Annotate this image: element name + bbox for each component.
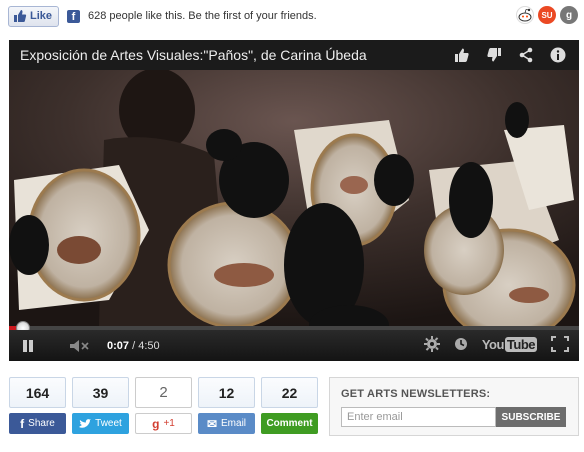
twitter-tweet-label: Tweet bbox=[95, 418, 122, 429]
twitter-share: 39 Tweet bbox=[72, 377, 129, 434]
email-share-count: 12 bbox=[198, 377, 255, 408]
comment-label: Comment bbox=[266, 418, 313, 429]
google-plus-one-label: +1 bbox=[163, 418, 175, 429]
twitter-tweet-button[interactable]: Tweet bbox=[72, 413, 129, 434]
video-still-image bbox=[9, 70, 579, 327]
watch-later-button[interactable] bbox=[454, 337, 468, 351]
comment-count: 22 bbox=[261, 377, 318, 408]
video-controls-right: You Tube bbox=[423, 336, 569, 352]
facebook-share: 164 f Share bbox=[9, 377, 66, 434]
envelope-icon: ✉ bbox=[206, 416, 218, 431]
gear-icon bbox=[423, 336, 440, 352]
google-plus-icon[interactable]: g bbox=[560, 6, 578, 24]
video-current-time: 0:07 bbox=[107, 339, 130, 352]
social-icons: SU g bbox=[516, 6, 578, 24]
video-time-display: 0:07 / 4:50 bbox=[107, 340, 160, 352]
mute-button[interactable] bbox=[61, 330, 99, 361]
pause-icon bbox=[23, 339, 33, 352]
newsletter-form: SUBSCRIBE bbox=[341, 407, 578, 427]
facebook-like-button[interactable]: Like bbox=[8, 5, 60, 27]
comment-share: 22 Comment bbox=[261, 377, 318, 434]
google-plus-icon: g bbox=[152, 416, 160, 431]
facebook-share-button[interactable]: f Share bbox=[9, 413, 66, 434]
twitter-share-count: 39 bbox=[72, 377, 129, 408]
google-plus-count: 2 bbox=[135, 377, 192, 408]
video-duration: 4:50 bbox=[138, 339, 160, 352]
facebook-icon: f bbox=[67, 9, 81, 23]
thumbs-up-icon bbox=[14, 10, 27, 22]
like-video-icon[interactable] bbox=[453, 46, 471, 64]
email-share-button[interactable]: ✉ Email bbox=[198, 413, 255, 434]
reddit-icon[interactable] bbox=[516, 6, 534, 24]
dislike-video-icon[interactable] bbox=[485, 46, 503, 64]
facebook-share-label: Share bbox=[28, 418, 55, 429]
newsletter-email-input[interactable] bbox=[341, 407, 496, 427]
share-video-icon[interactable] bbox=[517, 46, 535, 64]
youtube-logo-tube: Tube bbox=[504, 336, 537, 352]
youtube-logo-you: You bbox=[481, 336, 505, 352]
youtube-logo[interactable]: You Tube bbox=[481, 336, 537, 352]
stumbleupon-icon[interactable]: SU bbox=[538, 6, 556, 24]
email-share: 12 ✉ Email bbox=[198, 377, 255, 434]
newsletter-subscribe-button[interactable]: SUBSCRIBE bbox=[496, 407, 566, 427]
video-titlebar: Exposición de Artes Visuales:"Paños", de… bbox=[9, 40, 579, 70]
video-title[interactable]: Exposición de Artes Visuales:"Paños", de… bbox=[20, 47, 367, 63]
twitter-bird-icon bbox=[79, 418, 92, 428]
settings-gear-button[interactable] bbox=[423, 336, 440, 352]
pause-button[interactable] bbox=[9, 330, 47, 361]
newsletter-signup: GET ARTS NEWSLETTERS: SUBSCRIBE bbox=[329, 377, 579, 436]
fullscreen-icon bbox=[551, 336, 569, 352]
video-controls: 0:07 / 4:50 You Tube bbox=[9, 330, 579, 361]
clock-icon bbox=[454, 338, 467, 350]
video-time-separator: / bbox=[129, 339, 139, 352]
video-player[interactable]: Exposición de Artes Visuales:"Paños", de… bbox=[9, 40, 579, 361]
volume-muted-icon bbox=[70, 339, 89, 352]
info-icon[interactable] bbox=[549, 46, 567, 64]
video-title-actions bbox=[453, 46, 567, 64]
comment-button[interactable]: Comment bbox=[261, 413, 318, 434]
facebook-like-bar: Like f 628 people like this. Be the firs… bbox=[8, 5, 317, 27]
newsletter-title: GET ARTS NEWSLETTERS: bbox=[341, 388, 491, 400]
email-share-label: Email bbox=[221, 418, 247, 429]
facebook-like-count-text: 628 people like this. Be the first of yo… bbox=[88, 10, 317, 22]
fullscreen-button[interactable] bbox=[551, 336, 569, 352]
google-plus-share: 2 g +1 bbox=[135, 377, 192, 434]
video-frame[interactable] bbox=[9, 70, 579, 327]
share-counters: 164 f Share 39 Tweet 2 g +1 12 ✉ Email 2… bbox=[9, 377, 318, 434]
facebook-like-label: Like bbox=[30, 10, 53, 22]
facebook-icon: f bbox=[20, 416, 25, 431]
google-plus-one-button[interactable]: g +1 bbox=[135, 413, 192, 434]
facebook-share-count: 164 bbox=[9, 377, 66, 408]
